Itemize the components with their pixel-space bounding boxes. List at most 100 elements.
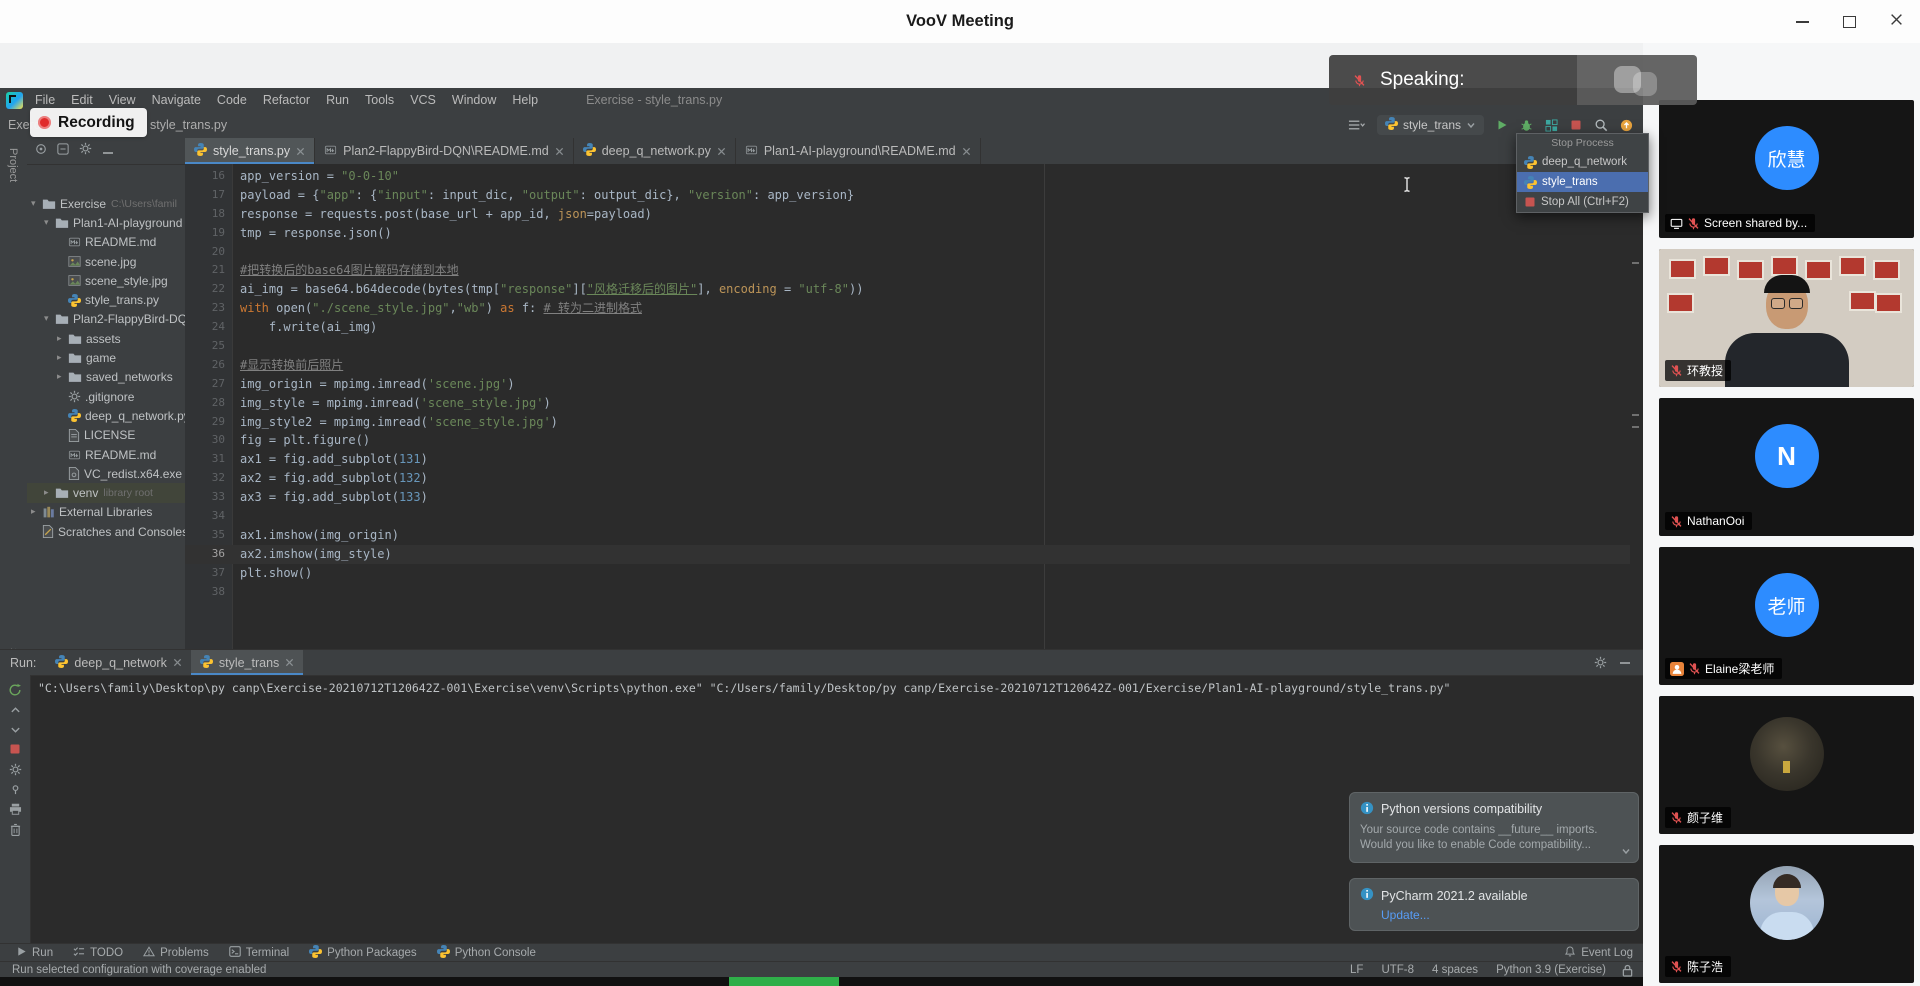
- project-tree-item[interactable]: ▾Plan1-AI-playground: [27, 213, 185, 232]
- hide-panel-icon[interactable]: [102, 142, 114, 160]
- line-number[interactable]: 23: [185, 299, 232, 318]
- editor-tab[interactable]: deep_q_network.py: [574, 138, 736, 164]
- line-number[interactable]: 16: [185, 167, 232, 186]
- close-tab-icon[interactable]: [962, 147, 971, 156]
- menu-item-window[interactable]: Window: [444, 93, 504, 107]
- line-number[interactable]: 36: [185, 545, 232, 564]
- participant-tile[interactable]: 环教授: [1659, 249, 1914, 387]
- code-line[interactable]: 16app_version = "0-0-10": [185, 167, 1630, 186]
- toolwindow-todo[interactable]: TODO: [63, 944, 133, 962]
- participant-tile[interactable]: NNathanOoi: [1659, 398, 1914, 536]
- project-tree-item[interactable]: ▸venvlibrary root: [27, 483, 185, 502]
- expand-notification-icon[interactable]: [1621, 846, 1631, 856]
- view-options-icon[interactable]: [1348, 119, 1365, 131]
- hide-run-panel-icon[interactable]: [1619, 656, 1631, 669]
- console-settings-icon[interactable]: [9, 763, 22, 776]
- participant-tile[interactable]: 陈子浩: [1659, 845, 1914, 983]
- line-number[interactable]: 30: [185, 431, 232, 450]
- line-number[interactable]: 29: [185, 413, 232, 432]
- run-config-selector[interactable]: style_trans: [1377, 115, 1484, 135]
- line-number[interactable]: 27: [185, 375, 232, 394]
- close-tab-icon[interactable]: [717, 147, 726, 156]
- stop-button[interactable]: [1570, 119, 1582, 131]
- close-tab-icon[interactable]: [296, 147, 305, 156]
- code-line[interactable]: 28img_style = mpimg.imread('scene_style.…: [185, 394, 1630, 413]
- line-number[interactable]: 34: [185, 507, 232, 526]
- pin-tab-icon[interactable]: [10, 784, 21, 795]
- toolwindow-problems[interactable]: Problems: [133, 944, 219, 962]
- code-editor[interactable]: 16app_version = "0-0-10"17payload = {"ap…: [185, 164, 1643, 649]
- line-number[interactable]: 19: [185, 224, 232, 243]
- menu-item-navigate[interactable]: Navigate: [144, 93, 209, 107]
- breadcrumb-file[interactable]: style_trans.py: [150, 112, 227, 138]
- code-line[interactable]: 29img_style2 = mpimg.imread('scene_style…: [185, 413, 1630, 432]
- updates-indicator-icon[interactable]: [1620, 119, 1633, 132]
- project-tree-item[interactable]: ▸assets: [27, 329, 185, 348]
- menu-item-edit[interactable]: Edit: [63, 93, 101, 107]
- project-tree-item[interactable]: deep_q_network.py: [27, 406, 185, 425]
- code-line[interactable]: 23with open("./scene_style.jpg","wb") as…: [185, 299, 1630, 318]
- collapse-all-icon[interactable]: [57, 142, 69, 160]
- line-number[interactable]: 20: [185, 243, 232, 262]
- code-line[interactable]: 24 f.write(ai_img): [185, 318, 1630, 337]
- menu-item-run[interactable]: Run: [318, 93, 357, 107]
- code-line[interactable]: 18response = requests.post(base_url + ap…: [185, 205, 1630, 224]
- editor-tab[interactable]: style_trans.py: [185, 138, 315, 164]
- project-tree-item[interactable]: LICENSE: [27, 426, 185, 445]
- participant-tile[interactable]: 欣慧Screen shared by...: [1659, 100, 1914, 238]
- line-number[interactable]: 21: [185, 261, 232, 280]
- menu-item-code[interactable]: Code: [209, 93, 255, 107]
- code-line[interactable]: 27img_origin = mpimg.imread('scene.jpg'): [185, 375, 1630, 394]
- status-item[interactable]: LF: [1350, 964, 1363, 976]
- menu-item-refactor[interactable]: Refactor: [255, 93, 318, 107]
- project-tree-item[interactable]: ▾ExerciseC:\Users\famil: [27, 194, 185, 213]
- project-tree-item[interactable]: ▸External Libraries: [27, 503, 185, 522]
- run-tab[interactable]: deep_q_network: [46, 650, 190, 675]
- code-line[interactable]: 25: [185, 337, 1630, 356]
- code-line[interactable]: 34: [185, 507, 1630, 526]
- minimize-button[interactable]: [1779, 0, 1826, 43]
- code-line[interactable]: 31ax1 = fig.add_subplot(131): [185, 450, 1630, 469]
- run-settings-icon[interactable]: [1594, 656, 1607, 669]
- menu-item-file[interactable]: File: [27, 93, 63, 107]
- project-tree-item[interactable]: README.md: [27, 233, 185, 252]
- status-item[interactable]: UTF-8: [1381, 964, 1414, 976]
- code-line[interactable]: 19tmp = response.json(): [185, 224, 1630, 243]
- line-number[interactable]: 31: [185, 450, 232, 469]
- locate-file-icon[interactable]: [35, 142, 47, 160]
- project-tree-item[interactable]: scene_style.jpg: [27, 271, 185, 290]
- line-number[interactable]: 22: [185, 280, 232, 299]
- stop-console-icon[interactable]: [9, 743, 21, 755]
- search-everywhere-icon[interactable]: [1594, 118, 1608, 132]
- project-tree-item[interactable]: scene.jpg: [27, 252, 185, 271]
- line-number[interactable]: 32: [185, 469, 232, 488]
- project-settings-icon[interactable]: [79, 142, 92, 160]
- notification-python-compatibility[interactable]: Python versions compatibility Your sourc…: [1349, 792, 1639, 863]
- code-line[interactable]: 22ai_img = base64.b64decode(bytes(tmp["r…: [185, 280, 1630, 299]
- clear-console-icon[interactable]: [10, 823, 21, 836]
- project-tree-item[interactable]: style_trans.py: [27, 290, 185, 309]
- stop-popup-item[interactable]: deep_q_network: [1517, 152, 1648, 172]
- code-line[interactable]: 33ax3 = fig.add_subplot(133): [185, 488, 1630, 507]
- close-tab-icon[interactable]: [555, 147, 564, 156]
- stop-popup-item[interactable]: style_trans: [1517, 172, 1648, 192]
- project-tree-item[interactable]: .gitignore: [27, 387, 185, 406]
- toolwindow-python-console[interactable]: Python Console: [427, 944, 546, 962]
- project-tree-item[interactable]: ▸saved_networks: [27, 368, 185, 387]
- debug-button[interactable]: [1520, 119, 1533, 132]
- code-line[interactable]: 26#显示转换前后照片: [185, 356, 1630, 375]
- close-tab-icon[interactable]: [173, 658, 182, 667]
- prev-occurrence-icon[interactable]: [10, 705, 21, 716]
- project-tree-item[interactable]: VC_redist.x64.exe: [27, 464, 185, 483]
- toolwindow-python-packages[interactable]: Python Packages: [299, 944, 427, 962]
- line-number[interactable]: 38: [185, 583, 232, 602]
- status-item[interactable]: 4 spaces: [1432, 964, 1478, 976]
- event-log-button[interactable]: Event Log: [1554, 944, 1643, 962]
- menu-item-view[interactable]: View: [101, 93, 144, 107]
- code-line[interactable]: 30fig = plt.figure(): [185, 431, 1630, 450]
- stripe-project-tab[interactable]: Project: [7, 148, 19, 182]
- close-button[interactable]: [1873, 0, 1920, 43]
- stop-popup-item[interactable]: Stop All (Ctrl+F2): [1517, 192, 1648, 212]
- project-tree-item[interactable]: ▾Plan2-FlappyBird-DQN: [27, 310, 185, 329]
- line-number[interactable]: 26: [185, 356, 232, 375]
